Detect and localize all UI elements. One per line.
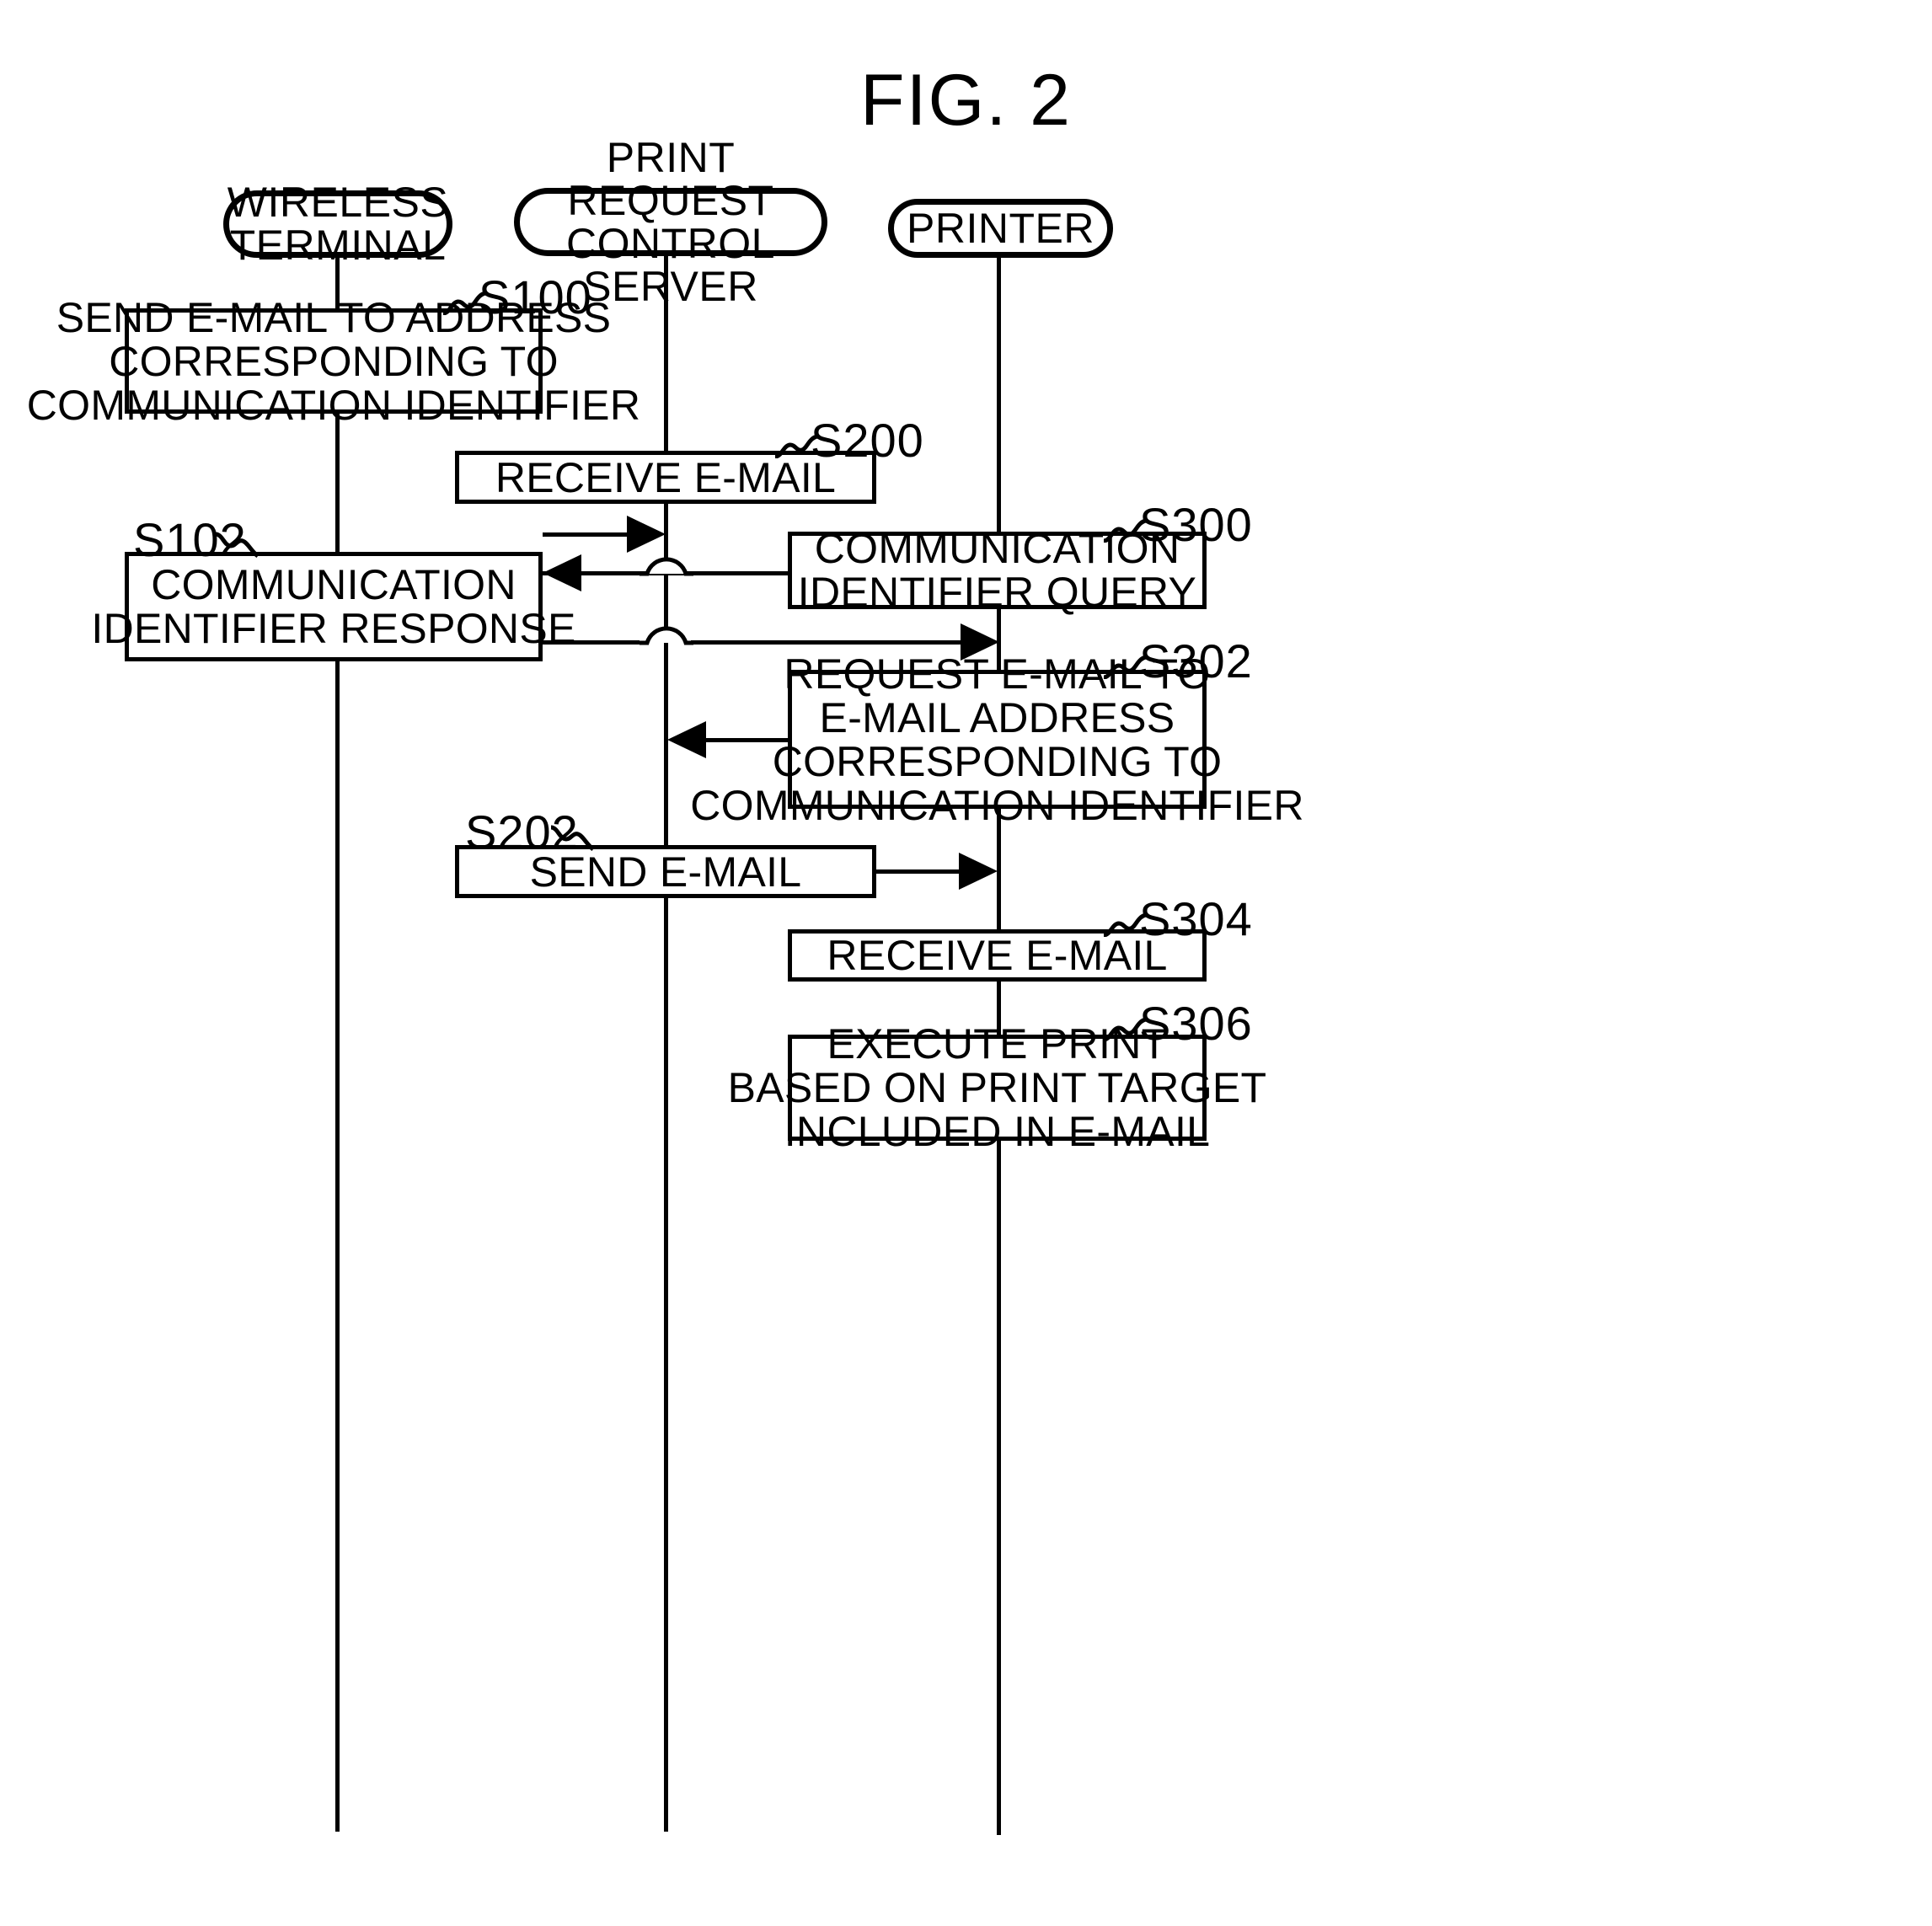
lane-header-print-request-control-server: PRINT REQUEST CONTROL SERVER — [514, 136, 827, 308]
step-leader-s202 — [549, 822, 600, 855]
message-line-s202-to-printer — [876, 869, 961, 874]
lifeline-hop-arc-2 — [637, 617, 696, 645]
lifeline-hop-arc-1 — [637, 548, 696, 576]
step-ref-s302: S302 — [1139, 634, 1253, 687]
lifeline-wireless-terminal — [335, 258, 340, 1832]
step-leader-s102 — [214, 529, 265, 562]
step-ref-s200: S200 — [811, 414, 924, 467]
lane-label-line1: WIRELESS — [227, 179, 449, 226]
step-box-s302: REQUEST E-MAIL TO E-MAIL ADDRESS CORRESP… — [690, 652, 1303, 827]
message-arrowhead-s302-to-server — [667, 721, 706, 758]
step-text-line: INCLUDED IN E-MAIL — [784, 1108, 1211, 1155]
step-box-s102: COMMUNICATION IDENTIFIER RESPONSE — [91, 552, 575, 661]
figure-canvas: FIG. 2 WIRELESS TERMINAL PRINT REQUEST C… — [0, 0, 1932, 1926]
step-text-line: IDENTIFIER RESPONSE — [91, 605, 576, 652]
lane-label-line1: PRINTER — [907, 204, 1094, 252]
step-ref-s100: S100 — [479, 270, 592, 324]
step-leader-s306 — [1102, 1014, 1153, 1046]
step-text-line: CORRESPONDING TO — [772, 737, 1223, 785]
step-leader-s302 — [1102, 652, 1153, 683]
step-text-line: IDENTIFIER QUERY — [797, 569, 1197, 616]
step-leader-s100 — [442, 288, 492, 319]
step-ref-s304: S304 — [1139, 892, 1253, 945]
message-arrowhead-s300-to-terminal — [543, 554, 581, 591]
lane-header-printer: PRINTER — [888, 199, 1113, 258]
step-text-line: CORRESPONDING TO — [109, 337, 559, 385]
step-text-line: E-MAIL ADDRESS — [819, 693, 1175, 741]
step-text-line: COMMUNICATION IDENTIFIER — [26, 381, 641, 429]
message-line-s100-to-server — [543, 532, 629, 537]
message-arrowhead-s202-to-printer — [959, 853, 998, 890]
step-leader-s300 — [1102, 516, 1153, 547]
step-text-line: BASED ON PRINT TARGET — [727, 1064, 1267, 1111]
lane-header-wireless-terminal: WIRELESS TERMINAL — [223, 181, 452, 267]
step-ref-s306: S306 — [1139, 997, 1253, 1050]
page-title: FIG. 2 — [860, 60, 1072, 141]
step-ref-s300: S300 — [1139, 498, 1253, 551]
lane-label-line1: PRINT REQUEST — [567, 133, 774, 224]
step-leader-s200 — [773, 431, 824, 463]
step-text-line: COMMUNICATION — [151, 561, 516, 608]
step-leader-s304 — [1102, 910, 1153, 941]
message-line-s102-to-printer-b — [691, 640, 991, 645]
step-text-line: COMMUNICATION IDENTIFIER — [690, 781, 1304, 829]
